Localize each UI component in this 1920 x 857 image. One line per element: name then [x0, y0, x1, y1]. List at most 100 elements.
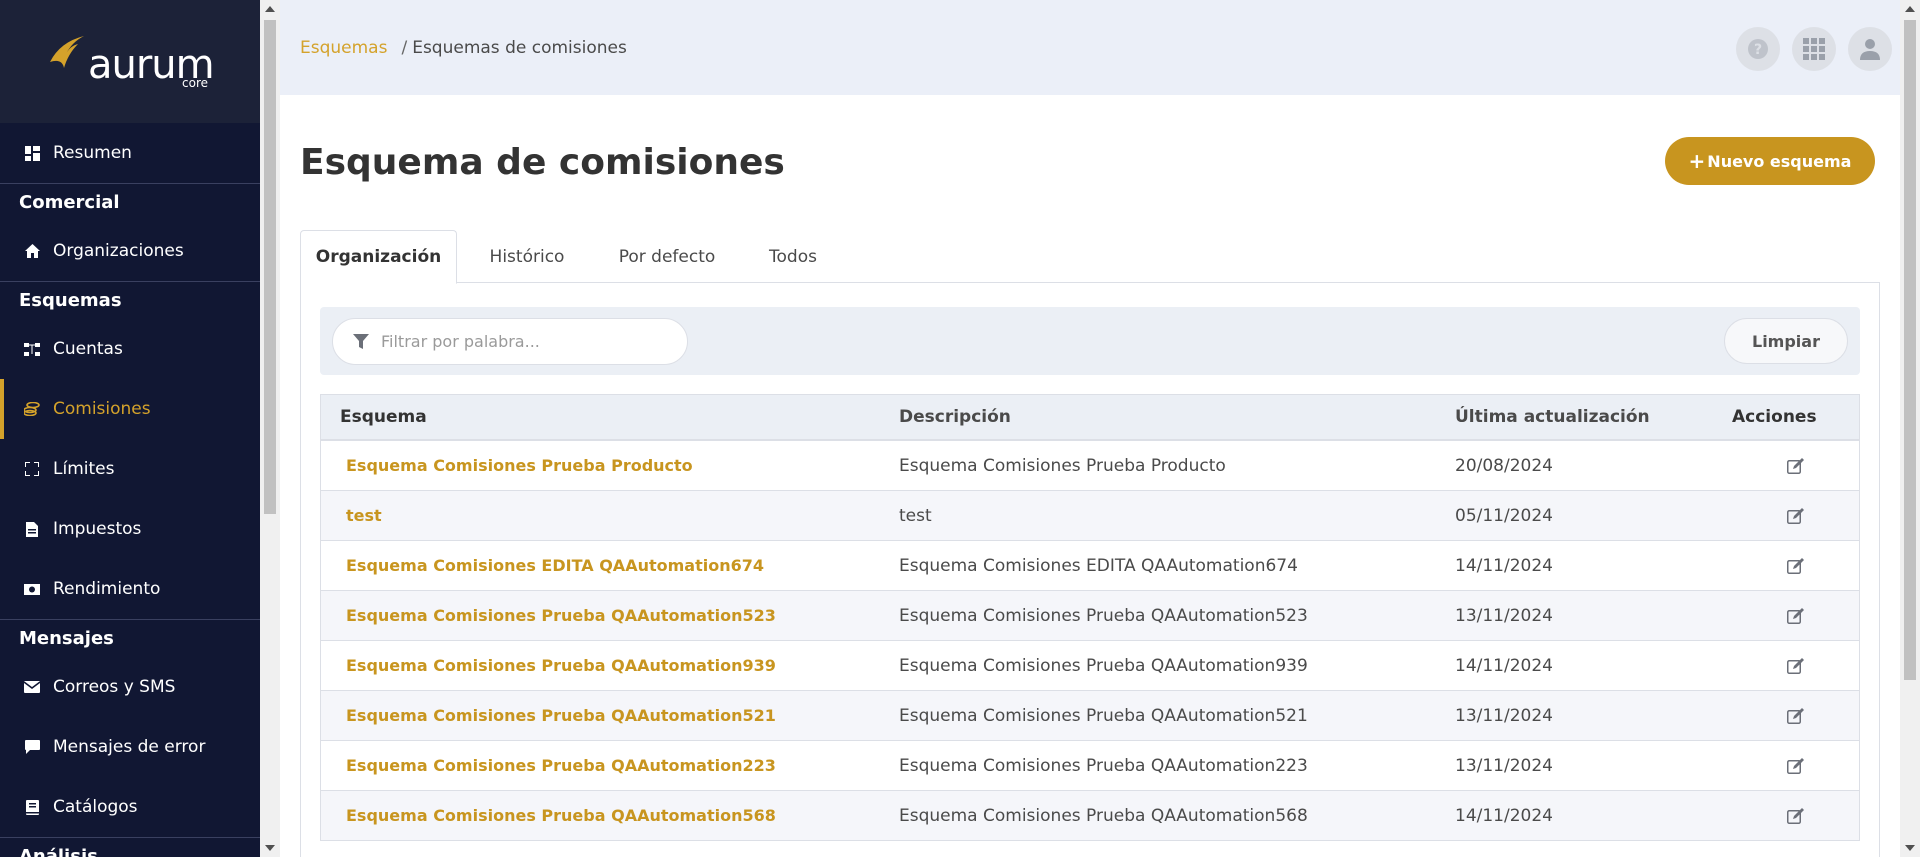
schema-date: 13/11/2024 — [1455, 605, 1553, 626]
schema-link[interactable]: test — [346, 491, 382, 540]
schema-date: 13/11/2024 — [1455, 755, 1553, 776]
table-header: Esquema Descripción Última actualización… — [321, 395, 1859, 441]
grid-icon — [1803, 38, 1825, 60]
main-content: Esquemas / Esquemas de comisiones ? Esqu… — [280, 0, 1900, 857]
sidebar-item-label: Organizaciones — [53, 241, 184, 261]
sidebar-section-mensajes: Mensajes — [0, 619, 260, 657]
sidebar-item-cuentas[interactable]: Cuentas — [0, 319, 260, 379]
sidebar-item-label: Impuestos — [53, 519, 142, 539]
filter-icon — [353, 333, 369, 350]
schema-description: Esquema Comisiones Prueba QAAutomation52… — [899, 605, 1308, 626]
filter-bar: Filtrar por palabra... Limpiar — [320, 307, 1860, 375]
help-button[interactable]: ? — [1736, 27, 1780, 71]
sidebar-section-analisis: Análisis — [0, 837, 260, 857]
schema-link[interactable]: Esquema Comisiones EDITA QAAutomation674 — [346, 541, 764, 590]
sidebar-item-label: Límites — [53, 459, 115, 479]
sidebar-section-esquemas: Esquemas — [0, 281, 260, 319]
edit-icon[interactable] — [1787, 458, 1805, 479]
scroll-down-icon[interactable] — [1905, 845, 1915, 851]
page-scrollbar[interactable] — [1900, 0, 1920, 857]
new-schema-button[interactable]: + Nuevo esquema — [1665, 137, 1875, 185]
tab-historico[interactable]: Histórico — [457, 230, 597, 284]
edit-icon[interactable] — [1787, 508, 1805, 529]
schema-link[interactable]: Esquema Comisiones Prueba QAAutomation52… — [346, 691, 776, 740]
scrollbar-thumb[interactable] — [264, 20, 276, 514]
breadcrumb-separator: / — [401, 37, 408, 58]
column-header-acciones: Acciones — [1732, 407, 1817, 427]
sidebar-item-impuestos[interactable]: Impuestos — [0, 499, 260, 559]
schema-description: Esquema Comisiones Prueba QAAutomation22… — [899, 755, 1308, 776]
schema-link[interactable]: Esquema Comisiones Prueba Producto — [346, 441, 693, 490]
schema-description: Esquema Comisiones Prueba QAAutomation93… — [899, 655, 1308, 676]
logo[interactable]: aurum core — [0, 0, 260, 123]
schema-link[interactable]: Esquema Comisiones Prueba QAAutomation56… — [346, 791, 776, 840]
dashboard-icon — [24, 145, 40, 161]
sidebar-item-mensajes-error[interactable]: Mensajes de error — [0, 717, 260, 777]
edit-icon[interactable] — [1787, 608, 1805, 629]
sidebar-item-correos[interactable]: Correos y SMS — [0, 657, 260, 717]
edit-icon[interactable] — [1787, 658, 1805, 679]
edit-icon[interactable] — [1787, 558, 1805, 579]
sidebar-scrollbar[interactable] — [260, 0, 280, 857]
table-row: Esquema Comisiones Prueba Producto Esque… — [321, 441, 1859, 491]
expand-icon — [24, 461, 40, 477]
scroll-down-icon[interactable] — [265, 845, 275, 851]
sidebar-item-catalogos[interactable]: Catálogos — [0, 777, 260, 837]
schema-description: test — [899, 505, 932, 526]
home-icon — [24, 243, 40, 259]
table-body: Esquema Comisiones Prueba Producto Esque… — [321, 441, 1859, 841]
clear-button[interactable]: Limpiar — [1724, 318, 1848, 364]
sidebar-item-organizaciones[interactable]: Organizaciones — [0, 221, 260, 281]
schema-description: Esquema Comisiones Prueba QAAutomation52… — [899, 705, 1308, 726]
schema-date: 14/11/2024 — [1455, 655, 1553, 676]
schemas-table: Esquema Descripción Última actualización… — [320, 394, 1860, 841]
scroll-up-icon[interactable] — [265, 6, 275, 12]
tab-todos[interactable]: Todos — [737, 230, 849, 284]
schema-date: 05/11/2024 — [1455, 505, 1553, 526]
schema-link[interactable]: Esquema Comisiones Prueba QAAutomation22… — [346, 741, 776, 790]
breadcrumb-link-esquemas[interactable]: Esquemas — [300, 38, 387, 58]
schema-description: Esquema Comisiones Prueba Producto — [899, 455, 1226, 476]
sidebar-item-label: Cuentas — [53, 339, 123, 359]
tab-por-defecto[interactable]: Por defecto — [597, 230, 737, 284]
scroll-up-icon[interactable] — [1905, 6, 1915, 12]
schema-description: Esquema Comisiones Prueba QAAutomation56… — [899, 805, 1308, 826]
sidebar-item-comisiones[interactable]: Comisiones — [0, 379, 260, 439]
schema-date: 20/08/2024 — [1455, 455, 1553, 476]
sidebar-section-comercial: Comercial — [0, 183, 260, 221]
top-header: Esquemas / Esquemas de comisiones ? — [280, 0, 1900, 95]
schema-description: Esquema Comisiones EDITA QAAutomation674 — [899, 555, 1298, 576]
sidebar-item-resumen[interactable]: Resumen — [0, 123, 260, 183]
user-menu-button[interactable] — [1848, 27, 1892, 71]
apps-button[interactable] — [1792, 27, 1836, 71]
table-row: Esquema Comisiones Prueba QAAutomation52… — [321, 691, 1859, 741]
money-bill-icon — [24, 581, 40, 597]
tab-organizacion[interactable]: Organización — [300, 230, 457, 284]
tabs: Organización Histórico Por defecto Todos — [300, 230, 1880, 284]
edit-icon[interactable] — [1787, 708, 1805, 729]
question-icon: ? — [1748, 39, 1768, 59]
column-header-actualizacion[interactable]: Última actualización — [1455, 395, 1650, 439]
sidebar-item-label: Mensajes de error — [53, 737, 206, 757]
column-header-esquema[interactable]: Esquema — [340, 395, 427, 439]
edit-icon[interactable] — [1787, 758, 1805, 779]
column-header-descripcion[interactable]: Descripción — [899, 395, 1011, 439]
schema-date: 14/11/2024 — [1455, 805, 1553, 826]
page-title: Esquema de comisiones — [300, 142, 785, 183]
breadcrumb: Esquemas / Esquemas de comisiones — [300, 38, 627, 58]
schema-link[interactable]: Esquema Comisiones Prueba QAAutomation52… — [346, 591, 776, 640]
schema-link[interactable]: Esquema Comisiones Prueba QAAutomation93… — [346, 641, 776, 690]
scrollbar-thumb[interactable] — [1904, 20, 1916, 680]
new-schema-label: Nuevo esquema — [1707, 151, 1852, 171]
schema-date: 13/11/2024 — [1455, 705, 1553, 726]
sidebar-item-rendimiento[interactable]: Rendimiento — [0, 559, 260, 619]
sidebar-item-label: Resumen — [53, 143, 132, 163]
book-icon — [24, 799, 40, 815]
filter-input[interactable]: Filtrar por palabra... — [332, 318, 688, 365]
file-invoice-icon — [24, 521, 40, 537]
header-actions: ? — [1736, 27, 1892, 71]
table-row: Esquema Comisiones EDITA QAAutomation674… — [321, 541, 1859, 591]
sidebar-item-label: Comisiones — [53, 399, 151, 419]
edit-icon[interactable] — [1787, 808, 1805, 829]
sidebar-item-limites[interactable]: Límites — [0, 439, 260, 499]
